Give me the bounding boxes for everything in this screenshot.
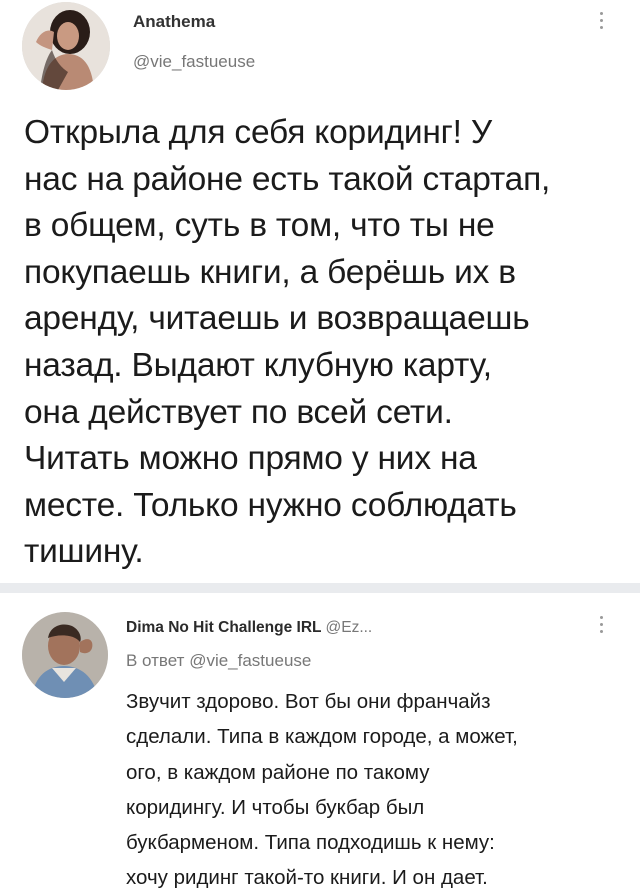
reply-author-name[interactable]: Dima No Hit Challenge IRL — [126, 619, 322, 636]
avatar-photo-icon — [22, 2, 110, 90]
more-options-icon[interactable] — [596, 12, 606, 46]
reply-author-line[interactable]: Dima No Hit Challenge IRL @Ez... — [126, 619, 372, 637]
reply-author-handle[interactable]: @Ez... — [326, 619, 373, 636]
divider — [0, 583, 640, 593]
reply-text: Звучит здорово. Вот бы они франчайз сдел… — [126, 690, 518, 890]
reply-more-options-icon[interactable] — [596, 616, 606, 646]
reply-to-handle[interactable]: @vie_fastueuse — [189, 651, 311, 670]
avatar-photo-icon — [22, 612, 108, 698]
reply-context: В ответ @vie_fastueuse — [126, 651, 311, 671]
reply-to-prefix: В ответ — [126, 651, 185, 670]
author-handle[interactable]: @vie_fastueuse — [133, 52, 255, 72]
author-avatar[interactable] — [22, 2, 110, 90]
author-name[interactable]: Anathema — [133, 12, 215, 32]
reply-author-avatar[interactable] — [22, 612, 108, 698]
tweet-card: Anathema @vie_fastueuse Открыла для себя… — [0, 0, 640, 582]
tweet-text: Открыла для себя коридинг! У нас на райо… — [24, 114, 551, 571]
